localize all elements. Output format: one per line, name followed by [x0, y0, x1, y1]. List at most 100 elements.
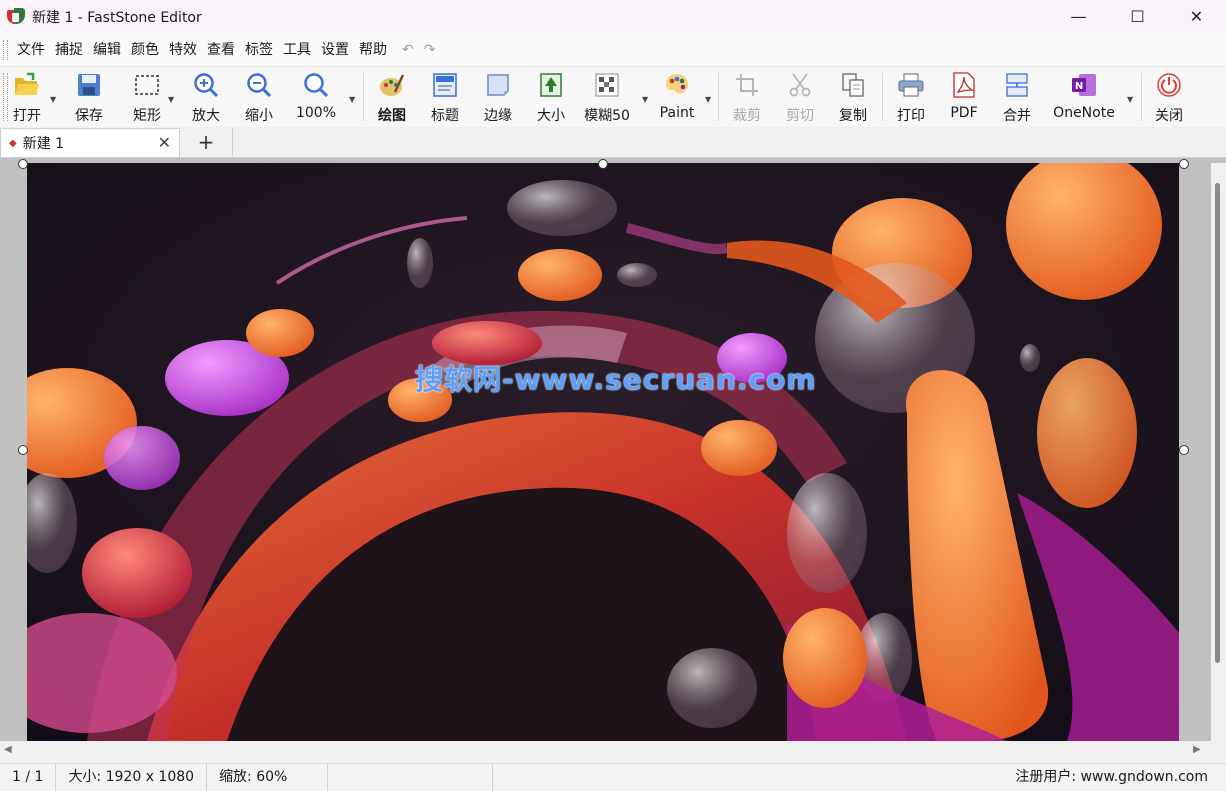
toolbar-grip[interactable] — [3, 73, 8, 121]
zoom-100-label: 100% — [295, 105, 337, 121]
rectangle-select-button[interactable]: 矩形 — [130, 71, 164, 125]
caption-icon — [431, 71, 459, 99]
zoom-in-button[interactable]: 放大 — [189, 71, 223, 125]
minimize-button[interactable]: — — [1049, 0, 1108, 33]
paint-palette-icon — [663, 71, 691, 99]
edge-label: 边缘 — [484, 108, 512, 124]
crop-button[interactable]: 裁剪 — [730, 71, 764, 125]
registered-user: 注册用户: www.gndown.com — [1015, 769, 1208, 785]
scroll-right-icon[interactable]: ▶ — [1193, 744, 1201, 755]
tab-close-icon[interactable]: ✕ — [158, 133, 171, 152]
tab-bar: ◆ 新建 1 ✕ + — [0, 127, 1226, 158]
menu-tools[interactable]: 工具 — [278, 39, 316, 61]
zoom-100-button[interactable]: 100% — [295, 71, 337, 125]
open-button[interactable]: 打开 — [10, 71, 44, 125]
save-button[interactable]: 保存 — [72, 71, 106, 125]
copy-icon — [839, 71, 867, 99]
new-tab-button[interactable]: + — [180, 128, 233, 156]
resize-handle-top-left[interactable] — [18, 159, 28, 169]
menu-tabs[interactable]: 标签 — [240, 39, 278, 61]
toolbar: 打开 ▼ 保存 矩形 ▼ 放大 缩小 100% ▼ 绘图 标题 边缘 大小 模糊… — [0, 66, 1226, 128]
close-window-button[interactable]: ✕ — [1167, 0, 1226, 33]
onenote-dropdown-icon[interactable]: ▼ — [1127, 95, 1133, 104]
blur-label: 模糊50 — [584, 108, 630, 124]
save-label: 保存 — [75, 108, 103, 124]
printer-icon — [897, 71, 925, 99]
pdf-button[interactable]: PDF — [947, 71, 981, 125]
menu-capture[interactable]: 捕捉 — [50, 39, 88, 61]
open-dropdown-icon[interactable]: ▼ — [50, 95, 56, 104]
blur-dropdown-icon[interactable]: ▼ — [642, 95, 648, 104]
caption-button[interactable]: 标题 — [428, 71, 462, 125]
close-image-button[interactable]: 关闭 — [1152, 71, 1186, 125]
app-logo-icon — [7, 7, 25, 26]
canvas-area: 搜软网-www.secruan.com — [0, 158, 1226, 741]
zoom-out-button[interactable]: 缩小 — [242, 71, 276, 125]
resize-icon — [537, 71, 565, 99]
svg-text:N: N — [1075, 81, 1083, 92]
print-label: 打印 — [897, 108, 925, 124]
abstract-artwork — [27, 163, 1179, 741]
menu-color[interactable]: 颜色 — [126, 39, 164, 61]
vertical-scroll-thumb[interactable] — [1215, 183, 1220, 663]
zoom-in-label: 放大 — [192, 108, 220, 124]
toolbar-separator — [882, 73, 883, 121]
draw-button[interactable]: 绘图 — [375, 71, 409, 125]
zoom-value: 60% — [256, 769, 288, 785]
copy-label: 复制 — [839, 108, 867, 124]
palette-draw-icon — [378, 71, 406, 99]
paint-dropdown-icon[interactable]: ▼ — [705, 95, 711, 104]
menu-edit[interactable]: 编辑 — [88, 39, 126, 61]
toolbar-separator — [718, 73, 719, 121]
modified-indicator-icon: ◆ — [9, 137, 17, 149]
folder-open-icon — [13, 71, 41, 99]
menu-file[interactable]: 文件 — [12, 39, 50, 61]
cut-button[interactable]: 剪切 — [783, 71, 817, 125]
edge-button[interactable]: 边缘 — [481, 71, 515, 125]
menu-grip[interactable] — [3, 39, 8, 60]
merge-label: 合并 — [1003, 108, 1031, 124]
caption-label: 标题 — [431, 108, 459, 124]
image-canvas[interactable]: 搜软网-www.secruan.com — [27, 163, 1179, 741]
menu-help[interactable]: 帮助 — [354, 39, 392, 61]
watermark-text: 搜软网-www.secruan.com — [415, 363, 817, 396]
status-bar: 1 / 1 大小: 1920 x 1080 缩放: 60% 注册用户: www.… — [0, 763, 1226, 791]
save-icon — [75, 71, 103, 99]
copy-button[interactable]: 复制 — [836, 71, 870, 125]
resize-handle-right[interactable] — [1179, 445, 1189, 455]
toolbar-separator — [363, 73, 364, 121]
crop-icon — [733, 71, 761, 99]
zoom-label: 缩放: — [219, 769, 252, 785]
zoom-in-icon — [192, 71, 220, 99]
horizontal-scrollbar[interactable]: ◀ ▶ — [0, 741, 1226, 761]
onenote-button[interactable]: N OneNote — [1048, 71, 1120, 125]
onenote-icon: N — [1070, 71, 1098, 99]
redo-icon[interactable]: ↷ — [424, 42, 436, 58]
resize-button[interactable]: 大小 — [534, 71, 568, 125]
paint-button[interactable]: Paint — [657, 71, 697, 125]
zoom-actual-icon — [302, 71, 330, 99]
resize-handle-top[interactable] — [598, 159, 608, 169]
vertical-scrollbar[interactable] — [1211, 163, 1226, 741]
resize-handle-top-right[interactable] — [1179, 159, 1189, 169]
undo-icon[interactable]: ↶ — [402, 42, 414, 58]
blur-button[interactable]: 模糊50 — [584, 71, 630, 125]
menu-effects[interactable]: 特效 — [164, 39, 202, 61]
merge-button[interactable]: 合并 — [1000, 71, 1034, 125]
resize-handle-left[interactable] — [18, 445, 28, 455]
print-button[interactable]: 打印 — [894, 71, 928, 125]
maximize-button[interactable]: ☐ — [1108, 0, 1167, 33]
merge-icon — [1003, 71, 1031, 99]
size-value: 1920 x 1080 — [105, 769, 195, 785]
crop-label: 裁剪 — [733, 108, 761, 124]
zoom-dropdown-icon[interactable]: ▼ — [349, 95, 355, 104]
rect-dropdown-icon[interactable]: ▼ — [168, 95, 174, 104]
menu-settings[interactable]: 设置 — [316, 39, 354, 61]
toolbar-separator — [1141, 73, 1142, 121]
scroll-left-icon[interactable]: ◀ — [4, 744, 12, 755]
onenote-label: OneNote — [1053, 105, 1115, 121]
tab-document[interactable]: ◆ 新建 1 ✕ — [0, 128, 180, 157]
rect-label: 矩形 — [133, 108, 161, 124]
menu-view[interactable]: 查看 — [202, 39, 240, 61]
cut-label: 剪切 — [786, 108, 814, 124]
